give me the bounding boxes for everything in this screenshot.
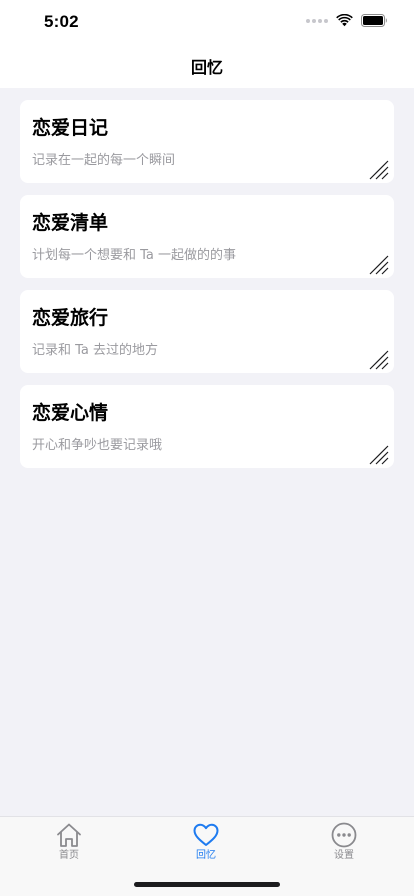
tab-label: 首页 <box>59 850 79 861</box>
corner-hatch-icon <box>369 255 389 275</box>
card-love-mood[interactable]: 恋爱心情 开心和争吵也要记录哦 <box>20 385 394 468</box>
nav-bar: 回忆 <box>0 44 414 88</box>
corner-hatch-icon <box>369 160 389 180</box>
battery-icon <box>361 14 387 27</box>
card-love-diary[interactable]: 恋爱日记 记录在一起的每一个瞬间 <box>20 100 394 183</box>
tab-memory[interactable]: 回忆 <box>166 821 246 869</box>
card-subtitle: 计划每一个想要和 Ta 一起做的的事 <box>32 248 237 263</box>
home-icon <box>57 823 81 847</box>
card-title: 恋爱旅行 <box>32 307 109 329</box>
corner-hatch-icon <box>369 350 389 370</box>
card-subtitle: 记录和 Ta 去过的地方 <box>32 343 159 358</box>
card-love-travel[interactable]: 恋爱旅行 记录和 Ta 去过的地方 <box>20 290 394 373</box>
home-indicator <box>134 882 280 887</box>
card-list: 恋爱日记 记录在一起的每一个瞬间 恋爱清单 计划每一个想要和 Ta 一起做的的事… <box>20 100 394 480</box>
card-title: 恋爱心情 <box>32 402 109 424</box>
card-subtitle: 记录在一起的每一个瞬间 <box>32 153 176 168</box>
tab-label: 设置 <box>334 850 354 861</box>
card-subtitle: 开心和争吵也要记录哦 <box>32 438 163 453</box>
tab-settings[interactable]: 设置 <box>304 821 384 869</box>
status-bar: 5:02 <box>0 0 414 44</box>
heart-icon <box>193 823 219 846</box>
corner-hatch-icon <box>369 445 389 465</box>
status-time: 5:02 <box>44 12 79 31</box>
card-title: 恋爱清单 <box>32 212 109 234</box>
tab-home[interactable]: 首页 <box>29 821 109 869</box>
status-icons <box>306 14 388 27</box>
card-title: 恋爱日记 <box>32 117 109 139</box>
page-title: 回忆 <box>190 58 223 77</box>
screen: 5:02 回忆 恋爱日记 记录在一起的每一个瞬间 恋爱清单 计划每一个想要和 T… <box>0 0 414 896</box>
more-icon <box>331 822 357 848</box>
wifi-icon <box>336 14 353 27</box>
cellular-signal-icon <box>306 18 328 23</box>
card-love-list[interactable]: 恋爱清单 计划每一个想要和 Ta 一起做的的事 <box>20 195 394 278</box>
tab-label: 回忆 <box>196 850 216 861</box>
